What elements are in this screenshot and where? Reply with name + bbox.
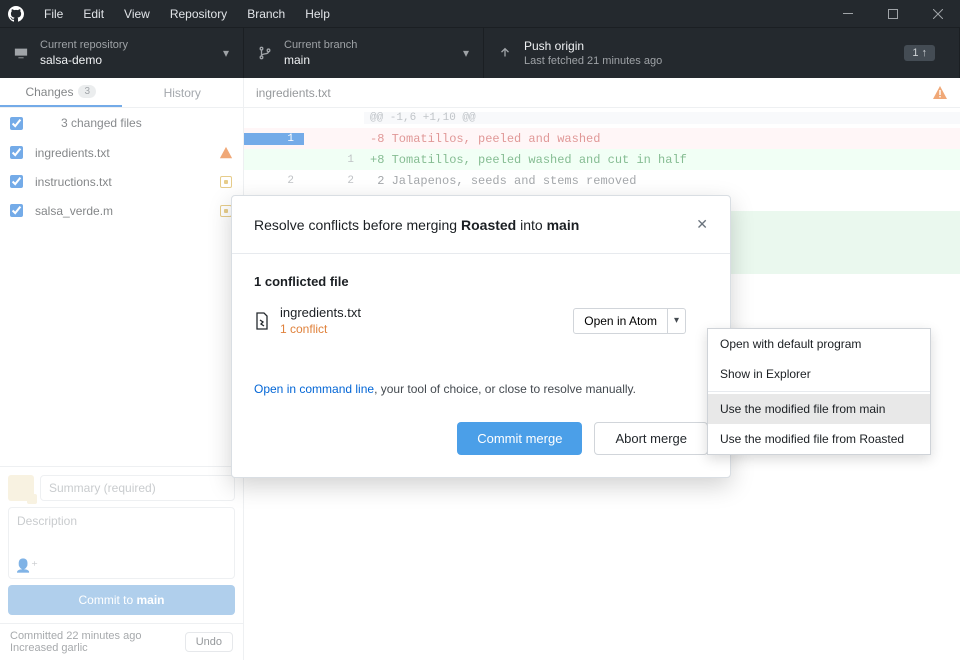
window-close-button[interactable]	[915, 0, 960, 27]
menu-branch[interactable]: Branch	[237, 7, 295, 21]
diff-code-line: -8 Tomatillos, peeled and washed	[364, 132, 600, 146]
file-name: salsa_verde.m	[35, 204, 113, 218]
push-origin-button[interactable]: Push origin Last fetched 21 minutes ago …	[484, 28, 960, 78]
dropdown-use-main[interactable]: Use the modified file from main	[708, 394, 930, 424]
open-in-editor-button[interactable]: Open in Atom	[573, 308, 668, 334]
desktop-icon	[14, 46, 30, 60]
file-name: ingredients.txt	[35, 146, 110, 160]
push-value: Last fetched 21 minutes ago	[524, 55, 662, 67]
git-branch-icon	[258, 46, 274, 60]
gutter-new: 1	[304, 154, 364, 166]
file-row[interactable]: instructions.txt	[0, 167, 243, 196]
abort-merge-button[interactable]: Abort merge	[594, 422, 708, 455]
changes-sidebar: Changes 3 History 3 changed files ingred…	[0, 78, 244, 660]
open-editor-dropdown: Open with default program Show in Explor…	[707, 328, 931, 455]
window-maximize-button[interactable]	[870, 0, 915, 27]
current-branch-selector[interactable]: Current branch main ▾	[244, 28, 484, 78]
conflict-warning-icon	[219, 146, 233, 160]
commit-button[interactable]: Commit to main	[8, 585, 235, 615]
gutter-old: 1	[244, 133, 304, 145]
commit-summary-input[interactable]: Summary (required)	[40, 475, 235, 501]
conflict-warning-icon	[932, 85, 948, 101]
menu-help[interactable]: Help	[295, 7, 340, 21]
file-name: instructions.txt	[35, 175, 112, 189]
dropdown-separator	[708, 391, 930, 392]
gutter-old: 2	[244, 175, 304, 187]
user-avatar	[8, 475, 34, 501]
modified-icon	[219, 175, 233, 189]
command-line-hint: Open in command line, your tool of choic…	[254, 382, 708, 396]
commit-merge-button[interactable]: Commit merge	[457, 422, 582, 455]
undo-button[interactable]: Undo	[185, 632, 233, 652]
conflict-count: 1 conflict	[280, 322, 361, 336]
toolbar: Current repository salsa-demo ▾ Current …	[0, 27, 960, 78]
repo-value: salsa-demo	[40, 53, 128, 67]
branch-value: main	[284, 53, 357, 67]
status-time: Committed 22 minutes ago	[10, 630, 141, 642]
file-checkbox[interactable]	[10, 146, 23, 159]
window-minimize-button[interactable]	[825, 0, 870, 27]
push-label: Push origin	[524, 39, 662, 53]
menu-edit[interactable]: Edit	[73, 7, 114, 21]
recent-commit-status: Committed 22 minutes ago Increased garli…	[0, 623, 243, 660]
menu-view[interactable]: View	[114, 7, 160, 21]
file-row[interactable]: salsa_verde.m	[0, 196, 243, 225]
dropdown-open-default[interactable]: Open with default program	[708, 329, 930, 359]
modal-close-button[interactable]: ✕	[696, 216, 708, 233]
diff-hunk-header: @@ -1,6 +1,10 @@	[364, 112, 960, 124]
changed-files-summary: 3 changed files	[61, 116, 142, 130]
file-checkbox[interactable]	[10, 204, 23, 217]
push-up-icon	[498, 46, 514, 60]
menu-file[interactable]: File	[34, 7, 73, 21]
chevron-down-icon: ▾	[223, 46, 229, 60]
chevron-down-icon: ▾	[463, 46, 469, 60]
tab-changes[interactable]: Changes 3	[0, 78, 122, 107]
select-all-files-checkbox[interactable]	[10, 117, 23, 130]
file-checkbox[interactable]	[10, 175, 23, 188]
file-row[interactable]: ingredients.txt	[0, 138, 243, 167]
gutter-new: 2	[304, 175, 364, 187]
conflict-file-name: ingredients.txt	[280, 305, 361, 320]
add-coauthor-icon[interactable]: 👤⁺	[15, 558, 38, 574]
status-message: Increased garlic	[10, 642, 141, 654]
conflicted-files-header: 1 conflicted file	[254, 274, 708, 289]
resolve-conflicts-modal: Resolve conflicts before merging Roasted…	[231, 195, 731, 478]
dropdown-use-roasted[interactable]: Use the modified file from Roasted	[708, 424, 930, 454]
tab-history[interactable]: History	[122, 78, 244, 107]
push-count-badge: 1 ↑	[904, 45, 935, 61]
github-logo-icon	[8, 6, 24, 22]
current-repository-selector[interactable]: Current repository salsa-demo ▾	[0, 28, 244, 78]
file-conflict-icon	[254, 312, 270, 330]
repo-label: Current repository	[40, 39, 128, 51]
branch-label: Current branch	[284, 39, 357, 51]
menubar: File Edit View Repository Branch Help	[0, 0, 960, 27]
diff-code-line: 2 Jalapenos, seeds and stems removed	[364, 174, 636, 188]
commit-form: Summary (required) Description 👤⁺ Commit…	[0, 466, 243, 623]
open-in-editor-menu-button[interactable]: ▾	[668, 308, 686, 334]
commit-description-input[interactable]: Description 👤⁺	[8, 507, 235, 579]
diff-code-line: +8 Tomatillos, peeled washed and cut in …	[364, 153, 687, 167]
dropdown-show-explorer[interactable]: Show in Explorer	[708, 359, 930, 389]
menu-repository[interactable]: Repository	[160, 7, 237, 21]
open-command-line-link[interactable]: Open in command line	[254, 382, 374, 396]
filelist-header: 3 changed files	[0, 108, 243, 138]
changes-count-badge: 3	[78, 85, 96, 98]
diff-filename: ingredients.txt	[256, 86, 331, 100]
modal-title: Resolve conflicts before merging Roasted…	[254, 217, 579, 233]
